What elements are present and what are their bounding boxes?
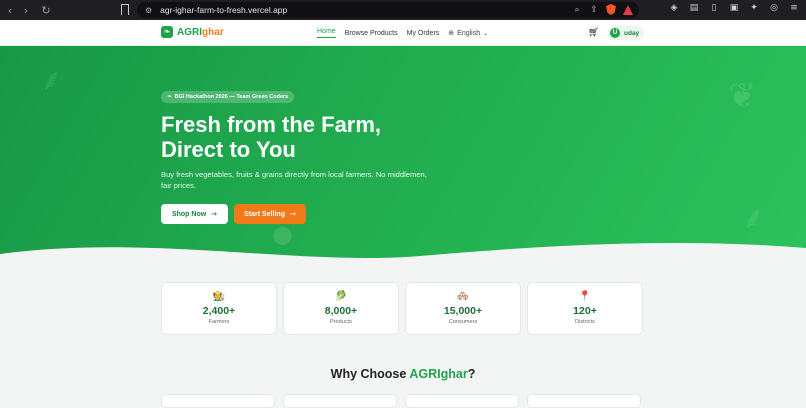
arrow-right-icon: → [211,210,218,218]
stat-label: Farmers [208,319,230,325]
stat-label: Consumers [448,319,478,325]
stat-card-districts: 📍 120+ Districts [527,282,643,335]
language-label: English [457,29,481,37]
nav-link-browse-products[interactable]: Browse Products [345,30,398,37]
stat-value: 2,400+ [202,305,236,317]
leaf-icon: ❧ [167,94,172,100]
start-selling-button[interactable]: Start Selling → [234,204,306,224]
shop-now-label: Shop Now [171,210,207,218]
hero-title-line1: Fresh from the Farm, [161,112,382,137]
back-icon[interactable]: ‹ [2,4,18,17]
url-text[interactable]: agr-ighar-farm-to-fresh.vercel.app [160,5,287,15]
feature-card [405,394,519,408]
globe-icon: ⊕ [448,29,455,37]
reload-icon[interactable]: ↻ [38,4,54,17]
feature-card [283,394,397,408]
language-selector[interactable]: ⊕ English ⌄ [448,29,488,37]
stats-row: 🧑‍🌾 2,400+ Farmers 🥬 8,000+ Products 🏘️ … [161,282,643,335]
nav-link-my-orders[interactable]: My Orders [407,30,440,37]
extension-icon[interactable]: ◈ [668,3,680,13]
stat-value: 8,000+ [324,305,358,317]
brave-rewards-icon[interactable] [623,4,633,15]
stat-card-products: 🥬 8,000+ Products [283,282,399,335]
bookmark-icon[interactable] [121,4,129,15]
browser-toolbar: ‹ › ↻ ⚙ agr-ighar-farm-to-fresh.vercel.a… [0,0,806,20]
logo[interactable]: ❧ AGRIghar [161,26,224,38]
vegetable-icon: 🥬 [334,291,348,302]
nav-links: Home Browse Products My Orders ⊕ English… [317,28,488,38]
wallet-icon[interactable]: ▣ [728,3,740,13]
why-choose-heading: Why Choose AGRIghar? [330,367,476,381]
brave-shields-icon[interactable] [606,4,616,15]
corn-icon: ⸙ [742,201,765,236]
feature-card [527,394,641,408]
leaf-decoration-icon: ❦ [728,76,757,116]
zoom-icon[interactable]: ⌕ [572,5,582,15]
hackathon-badge: ❧ BGI Hackathon 2026 — Team Green Coders [161,91,295,103]
shop-now-button[interactable]: Shop Now → [161,204,228,224]
logo-text: AGRIghar [177,26,224,38]
hero-section: ⸙ ❦ ⸙ ● ❧ BGI Hackathon 2026 — Team Gree… [0,46,806,272]
leo-ai-icon[interactable]: ✦ [748,3,760,13]
vpn-icon[interactable]: ◎ [768,3,780,13]
start-selling-label: Start Selling [244,210,285,218]
cart-icon[interactable]: 🛒︎ [588,28,599,38]
badge-text: BGI Hackathon 2026 — Team Green Coders [174,94,289,100]
forward-icon[interactable]: › [18,4,34,17]
user-menu[interactable]: U uday [608,26,645,40]
hero-subtitle: Buy fresh vegetables, fruits & grains di… [161,170,427,190]
farmer-icon: 🧑‍🌾 [212,291,226,302]
pin-icon: 📍 [578,291,592,302]
houses-icon: 🏘️ [456,291,470,302]
hero-wave [0,242,806,272]
menu-icon[interactable]: ≡ [788,3,800,13]
wheat-icon: ⸙ [40,63,63,98]
nav-link-home[interactable]: Home [317,28,336,38]
feature-card [161,394,275,408]
site-navbar: ❧ AGRIghar Home Browse Products My Order… [0,20,806,46]
feature-cards [161,394,641,408]
share-icon[interactable]: ⇪ [589,5,599,15]
stat-value: 15,000+ [443,305,483,317]
chevron-down-icon: ⌄ [483,29,489,37]
user-name: uday [624,29,640,37]
stat-label: Districts [575,319,595,325]
leaf-icon: ❧ [161,26,173,38]
stat-label: Products [329,319,353,325]
hero-title-line2: Direct to You [161,137,296,162]
sidebar-icon[interactable]: ▯ [708,3,720,13]
avatar: U [610,28,620,38]
arrow-right-icon: → [289,210,296,218]
hero-title: Fresh from the Farm, Direct to You [161,112,461,162]
stat-value: 120+ [573,305,597,317]
stat-card-consumers: 🏘️ 15,000+ Consumers [405,282,521,335]
site-info-icon[interactable]: ⚙ [145,6,152,15]
stat-card-farmers: 🧑‍🌾 2,400+ Farmers [161,282,277,335]
reader-icon[interactable]: ▤ [688,3,700,13]
address-bar[interactable]: ⚙ agr-ighar-farm-to-fresh.vercel.app ⌕ ⇪ [137,2,639,18]
